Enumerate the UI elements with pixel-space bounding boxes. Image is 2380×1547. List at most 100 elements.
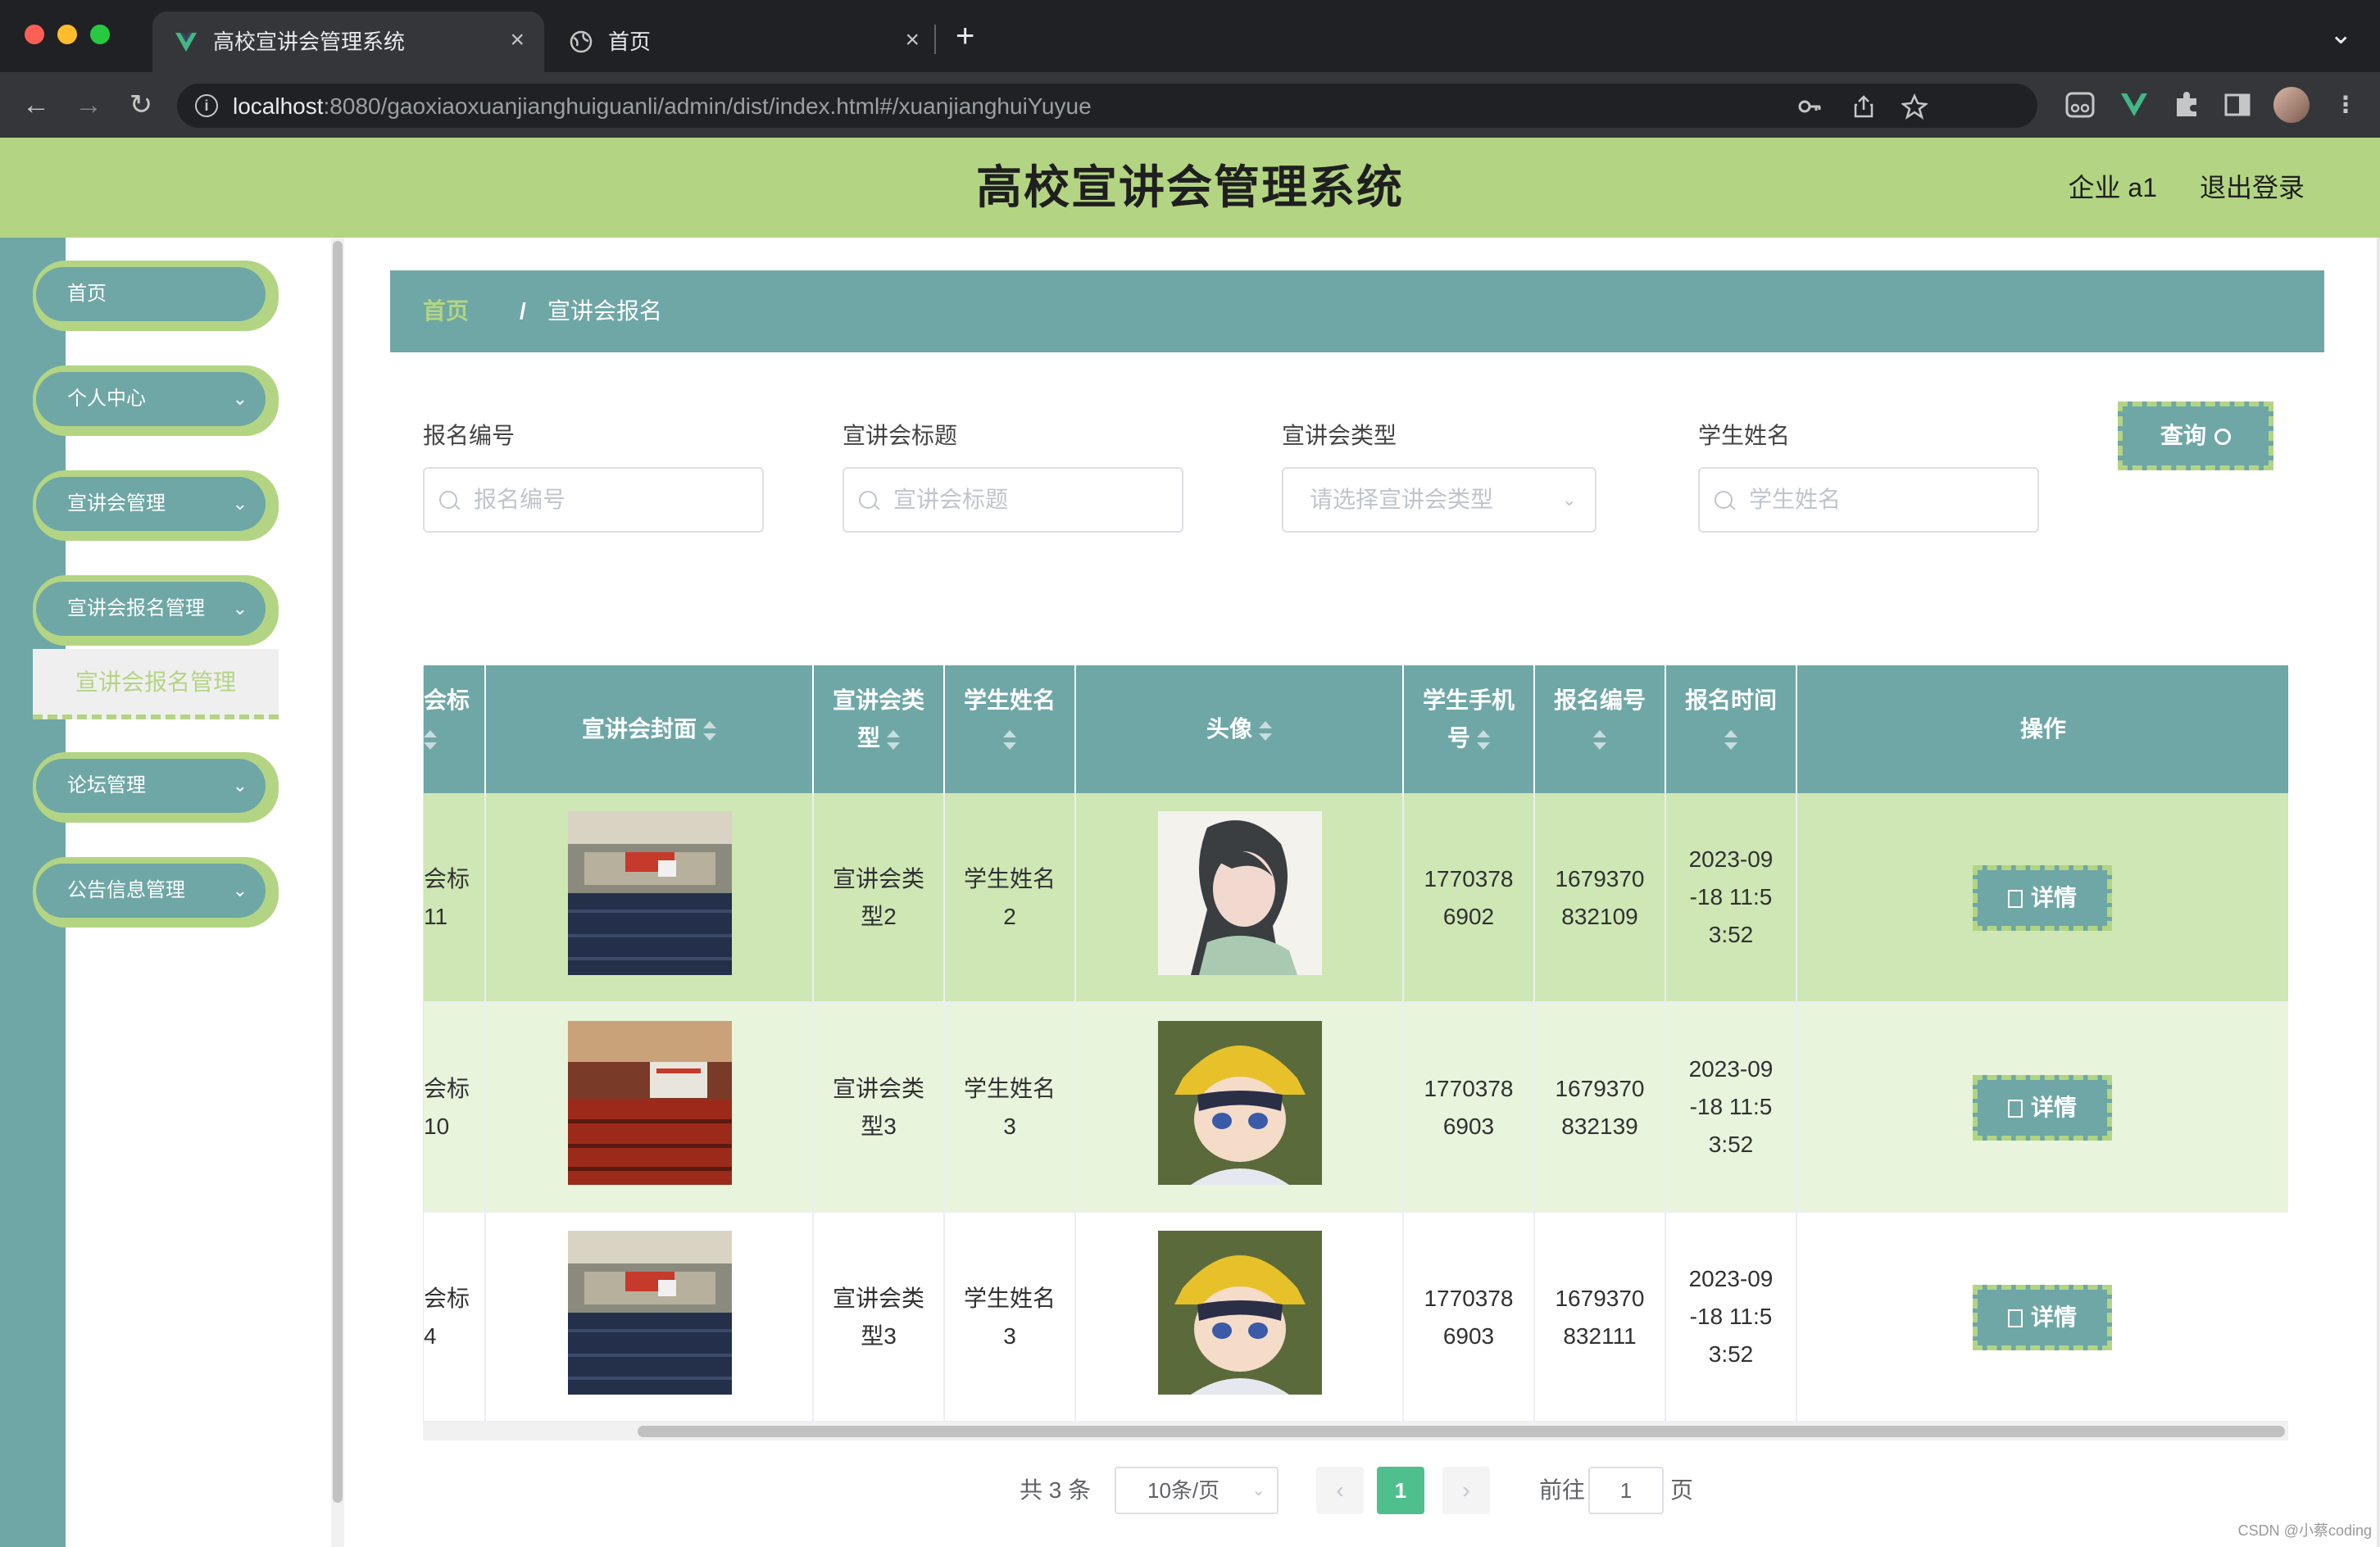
chevron-down-icon: ⌄ [232, 880, 248, 901]
sort-icon[interactable] [887, 729, 900, 750]
sidebar-item-forum-management[interactable]: 论坛管理 ⌄ [33, 752, 279, 823]
cell-title: 会标 10 [424, 1003, 486, 1211]
cell-registration-time: 2023-09 -18 11:5 3:52 [1666, 793, 1797, 1001]
seminar-cover-image[interactable] [568, 811, 732, 975]
forward-icon[interactable]: → [70, 87, 107, 123]
sidebar-item-label: 宣讲会管理 [67, 492, 166, 515]
cell-phone: 1770378 6902 [1404, 793, 1535, 1001]
scrollbar-thumb[interactable] [333, 241, 343, 1503]
sidebar-item-notice-management[interactable]: 公告信息管理 ⌄ [33, 857, 279, 928]
student-name-input[interactable]: 学生姓名 [1698, 467, 2039, 533]
sidebar-item-seminar-management[interactable]: 宣讲会管理 ⌄ [33, 470, 279, 541]
sort-icon[interactable] [424, 729, 437, 750]
query-button[interactable]: 查询 [2118, 401, 2273, 470]
sort-icon[interactable] [1593, 729, 1606, 750]
student-avatar-image[interactable] [1158, 1231, 1322, 1395]
sidebar-item-registration-management[interactable]: 宣讲会报名管理 ⌄ [33, 575, 279, 646]
close-tab-icon[interactable]: × [510, 26, 525, 54]
tab-app[interactable]: 高校宣讲会管理系统 × [152, 11, 544, 72]
registration-table: 会标 宣讲会封面 宣讲会类 型 学生姓名 头像 学生手机 号 报名编号 报名时间 [423, 665, 2288, 1432]
minimize-window-button[interactable] [57, 25, 77, 44]
cell-cover [486, 1003, 814, 1211]
profile-avatar[interactable] [2273, 87, 2310, 123]
sort-icon[interactable] [1477, 729, 1490, 750]
globe-icon [570, 30, 593, 53]
key-icon[interactable] [1796, 93, 1823, 120]
detail-button[interactable]: 详情 [1973, 1075, 2112, 1141]
side-panel-icon[interactable] [2221, 88, 2254, 121]
cell-registration-time: 2023-09 -18 11:5 3:52 [1666, 1213, 1797, 1421]
cell-actions: 详情 [1797, 1213, 2288, 1421]
breadcrumb-separator: / [520, 298, 526, 324]
col-header-registration-time[interactable]: 报名时间 [1666, 665, 1797, 793]
sort-icon[interactable] [1724, 729, 1737, 750]
seminar-title-input[interactable]: 宣讲会标题 [843, 467, 1183, 533]
logout-button[interactable]: 退出登录 [2200, 170, 2305, 205]
header-text: 学生姓名 [963, 687, 1056, 713]
maximize-window-button[interactable] [90, 25, 110, 44]
student-avatar-image[interactable] [1158, 1021, 1322, 1185]
sort-icon[interactable] [703, 720, 716, 741]
col-header-phone[interactable]: 学生手机 号 [1404, 665, 1535, 793]
page-scrollbar[interactable] [2377, 238, 2380, 1547]
detail-button[interactable]: 详情 [1973, 865, 2112, 931]
page-size-select[interactable]: 10条/页 ⌄ [1115, 1467, 1279, 1514]
col-header-student-name[interactable]: 学生姓名 [945, 665, 1076, 793]
url-text[interactable]: localhost:8080/gaoxiaoxuanjianghuiguanli… [233, 93, 1092, 120]
vue-devtools-icon[interactable] [2118, 88, 2151, 121]
breadcrumb-home[interactable]: 首页 [423, 270, 469, 352]
close-tab-icon[interactable]: × [905, 26, 920, 54]
page-number-button[interactable]: 1 [1377, 1467, 1424, 1514]
col-header-registration-no[interactable]: 报名编号 [1535, 665, 1666, 793]
cell-student-name: 学生姓名 2 [945, 793, 1076, 1001]
col-header-type[interactable]: 宣讲会类 型 [814, 665, 945, 793]
sidebar: 首页 个人中心 ⌄ 宣讲会管理 ⌄ 宣讲会报名管理 ⌄ 宣讲会报名管理 论坛管理 ⌄ 公… [0, 238, 344, 1547]
sidebar-scrollbar[interactable] [331, 238, 344, 1547]
scrollbar-thumb[interactable] [638, 1426, 2285, 1437]
site-info-icon[interactable]: i [195, 94, 218, 117]
chevron-down-icon: ⌄ [1251, 1481, 1265, 1499]
prev-page-button[interactable]: ‹ [1316, 1467, 1364, 1514]
sidebar-item-label: 论坛管理 [67, 774, 146, 796]
tab-list-icon[interactable]: ⌄ [2329, 18, 2353, 51]
col-header-cover[interactable]: 宣讲会封面 [486, 665, 814, 793]
input-placeholder: 报名编号 [474, 487, 566, 512]
share-icon[interactable] [1851, 93, 1877, 120]
sidebar-item-personal-center[interactable]: 个人中心 ⌄ [33, 365, 279, 436]
tab-home[interactable]: 首页 × [547, 11, 939, 72]
detail-button[interactable]: 详情 [1973, 1285, 2112, 1350]
browser-menu-icon[interactable]: ⋮ [2329, 88, 2362, 121]
table-horizontal-scrollbar[interactable] [423, 1422, 2288, 1440]
sidebar-subitem-registration[interactable]: 宣讲会报名管理 [33, 649, 279, 719]
tab-title: 高校宣讲会管理系统 [213, 29, 406, 54]
bookmark-star-icon[interactable] [1901, 93, 1928, 120]
next-page-button[interactable]: › [1442, 1467, 1490, 1514]
student-avatar-image[interactable] [1158, 811, 1322, 975]
sidebar-subitem-label: 宣讲会报名管理 [75, 669, 236, 695]
reload-icon[interactable]: ↻ [123, 87, 159, 123]
cell-cover [486, 793, 814, 1001]
extensions-puzzle-icon[interactable] [2170, 88, 2203, 121]
tab-divider [934, 25, 936, 54]
address-bar[interactable]: i localhost:8080/gaoxiaoxuanjianghuiguan… [177, 84, 2037, 128]
search-icon [859, 491, 877, 509]
seminar-type-label: 宣讲会类型 [1282, 423, 1397, 448]
seminar-type-select[interactable]: 请选择宣讲会类型 ⌄ [1282, 467, 1597, 533]
goto-page-input[interactable]: 1 [1588, 1467, 1664, 1514]
header-text: 报名时间 [1684, 687, 1777, 713]
document-icon [2007, 890, 2023, 908]
back-icon[interactable]: ← [18, 87, 54, 123]
sort-icon[interactable] [1259, 720, 1272, 741]
incognito-extension-icon[interactable] [2064, 88, 2096, 121]
browser-toolbar: ← → ↻ i localhost:8080/gaoxiaoxuanjiangh… [0, 72, 2380, 138]
col-header-title[interactable]: 会标 [424, 665, 486, 793]
sort-icon[interactable] [1003, 729, 1016, 750]
new-tab-button[interactable]: + [956, 18, 974, 54]
col-header-avatar[interactable]: 头像 [1076, 665, 1404, 793]
close-window-button[interactable] [25, 25, 44, 44]
search-icon [2214, 429, 2231, 445]
sidebar-item-home[interactable]: 首页 [33, 261, 279, 331]
registration-no-input[interactable]: 报名编号 [423, 467, 764, 533]
seminar-cover-image[interactable] [568, 1021, 732, 1185]
seminar-cover-image[interactable] [568, 1231, 732, 1395]
